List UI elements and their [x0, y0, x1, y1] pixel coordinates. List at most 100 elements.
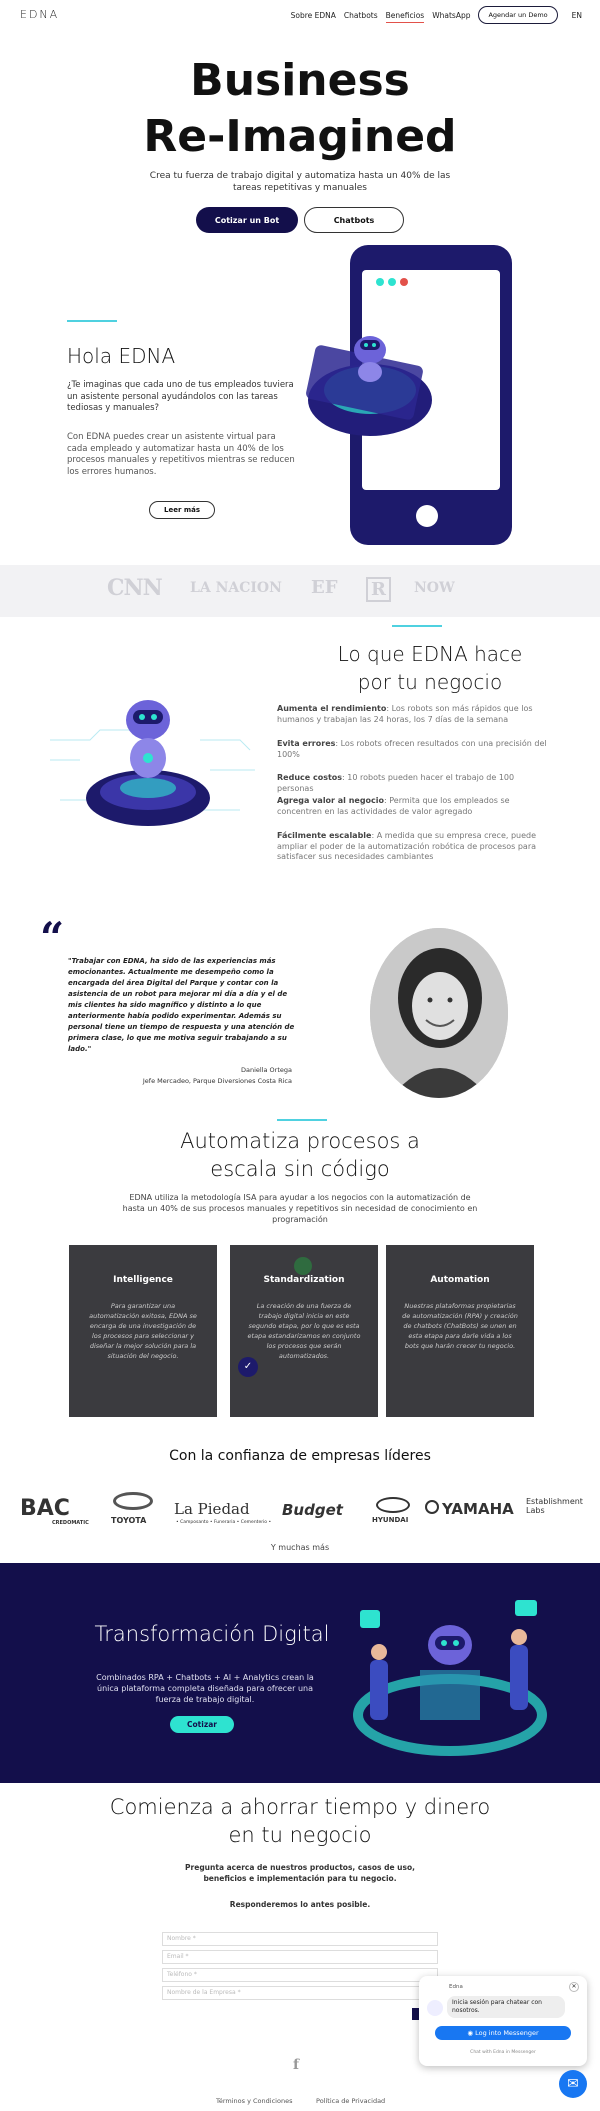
testimonial-quote: "Trabajar con EDNA, ha sido de las exper… [68, 957, 295, 1053]
quote-button[interactable]: Cotizar [170, 1716, 234, 1733]
hero-title-line2: Re-Imagined [143, 111, 457, 162]
close-icon[interactable]: ✕ [569, 1982, 579, 1992]
ef-logo: EF [311, 577, 338, 598]
benefits-accent-line [392, 625, 442, 627]
benefits-title-line2: por tu negocio [357, 670, 503, 694]
hyundai-emblem-icon [376, 1497, 410, 1513]
edna-logo[interactable]: EDNA [20, 8, 59, 21]
automation-body: EDNA utiliza la metodología ISA para ayu… [122, 1193, 478, 1224]
benefit-label: Reduce costos [277, 773, 343, 782]
benefit-item: Fácilmente escalable: A medida que su em… [277, 831, 549, 863]
benefit-item: Agrega valor al negocio: Permita que los… [277, 796, 549, 817]
toyota-emblem-icon [113, 1492, 153, 1510]
yamaha-logo: YAMAHA [442, 1500, 514, 1518]
card-standardization: Standardization La creación de una fuerz… [230, 1245, 378, 1417]
robot-platform-illustration [40, 680, 260, 850]
benefit-label: Aumenta el rendimiento [277, 704, 387, 713]
chat-name: Edna [449, 1984, 463, 1990]
la-piedad-logo: La Piedad [174, 1500, 250, 1518]
automation-title-line2: escala sin código [210, 1157, 390, 1181]
card-title: Automation [430, 1275, 490, 1285]
card-text: Para garantizar una automatización exito… [89, 1302, 197, 1360]
nav-sobre-edna[interactable]: Sobre EDNA [291, 11, 336, 20]
testimonial-role: Jefe Mercadeo, Parque Diversiones Costa … [142, 1077, 292, 1085]
hyundai-logo: HYUNDAI [372, 1516, 409, 1524]
benefit-label: Agrega valor al negocio [277, 796, 385, 805]
page: EDNA Sobre EDNA Chatbots Beneficios What… [0, 0, 600, 2111]
leaf-icon [294, 1257, 312, 1275]
digital-body: Combinados RPA + Chatbots + AI + Analyti… [96, 1673, 314, 1704]
la-nacion-logo: LA NACION [190, 580, 282, 596]
digital-title: Transformación Digital [94, 1622, 330, 1646]
la-piedad-sub: • Camposanto • Funeraria • Cementerio • [176, 1520, 272, 1525]
nav-chatbots[interactable]: Chatbots [344, 11, 378, 20]
quote-mark-icon: “ [40, 913, 65, 962]
log-into-messenger-label: Log into Messenger [475, 2029, 539, 2037]
terms-link[interactable]: Términos y Condiciones [216, 2097, 292, 2105]
media-logos-band [0, 565, 600, 617]
digital-illustration [345, 1590, 555, 1770]
clients-more: Y muchas más [270, 1543, 330, 1552]
yamaha-emblem-icon [425, 1500, 439, 1514]
card-title: Intelligence [113, 1275, 173, 1285]
chat-sub: Chat with Edna in Messenger [470, 2050, 536, 2055]
company-field[interactable]: Nombre de la Empresa * [162, 1986, 438, 2000]
card-automation: Automation Nuestras plataformas propieta… [386, 1245, 534, 1417]
check-icon: ✓ [238, 1357, 258, 1377]
tnow-logo: NOW [414, 580, 455, 596]
contact-title-line1: Comienza a ahorrar tiempo y dinero [109, 1795, 491, 1819]
hola-title: Hola EDNA [67, 344, 176, 368]
privacy-link[interactable]: Política de Privacidad [316, 2097, 385, 2105]
read-more-button[interactable]: Leer más [149, 501, 215, 519]
budget-logo: Budget [282, 1501, 343, 1519]
hola-body: Con EDNA puedes crear un asistente virtu… [67, 432, 295, 477]
card-intelligence: Intelligence Para garantizar una automat… [69, 1245, 217, 1417]
hola-accent-line [67, 320, 117, 322]
phone-field[interactable]: Teléfono * [162, 1968, 438, 1982]
benefit-item: Reduce costos: 10 robots pueden hacer el… [277, 773, 549, 794]
log-into-messenger-button[interactable]: ◉ Log into Messenger [435, 2026, 571, 2040]
name-field[interactable]: Nombre * [162, 1932, 438, 1946]
hero-title-line1: Business [190, 55, 410, 106]
benefit-item: Aumenta el rendimiento: Los robots son m… [277, 704, 549, 725]
bac-sub: CREDOMATIC [52, 1520, 89, 1526]
cnn-logo: CNN [107, 575, 163, 601]
card-text: Nuestras plataformas propietarias de aut… [402, 1302, 518, 1350]
header: EDNA Sobre EDNA Chatbots Beneficios What… [0, 0, 600, 30]
nav-beneficios[interactable]: Beneficios [385, 11, 424, 23]
quote-bot-button[interactable]: Cotizar un Bot [196, 207, 298, 233]
main-nav: Sobre EDNA Chatbots Beneficios WhatsApp … [291, 6, 582, 24]
hero-subtitle: Crea tu fuerza de trabajo digital y auto… [149, 171, 451, 193]
automation-accent-line [277, 1119, 327, 1121]
contact-body: Pregunta acerca de nuestros productos, c… [185, 1863, 415, 1883]
benefit-label: Evita errores [277, 739, 336, 748]
benefit-label: Fácilmente escalable [277, 831, 372, 840]
edna-avatar-icon [427, 2000, 443, 2016]
bac-logo: BAC [20, 1496, 70, 1521]
automation-title-line1: Automatiza procesos a [180, 1129, 420, 1153]
establishment-labs-logo: Establishment Labs [526, 1497, 583, 1515]
nav-whatsapp[interactable]: WhatsApp [432, 11, 470, 20]
testimonial-name: Daniella Ortega [240, 1066, 292, 1074]
benefits-title-line1: Lo que EDNA hace [337, 642, 523, 666]
email-field[interactable]: Email * [162, 1950, 438, 1964]
toyota-logo: TOYOTA [111, 1516, 147, 1525]
messenger-icon: ◉ [467, 2029, 476, 2037]
demo-button[interactable]: Agendar un Demo [478, 6, 558, 24]
card-title: Standardization [263, 1275, 345, 1285]
chatbots-button[interactable]: Chatbots [304, 207, 404, 233]
contact-title-line2: en tu negocio [228, 1823, 372, 1847]
phone-robot-illustration [300, 240, 520, 550]
clients-title: Con la confianza de empresas líderes [169, 1448, 431, 1464]
card-text: La creación de una fuerza de trabajo dig… [247, 1302, 361, 1360]
hola-question: ¿Te imaginas que cada uno de tus emplead… [67, 380, 294, 413]
r-logo: R [366, 577, 391, 602]
testimonial-avatar [370, 928, 508, 1098]
language-switch[interactable]: EN [572, 11, 582, 20]
benefit-item: Evita errores: Los robots ofrecen result… [277, 739, 549, 760]
messenger-launcher-icon[interactable]: ✉ [559, 2070, 587, 2098]
facebook-icon[interactable]: f [293, 2057, 299, 2073]
contact-reply: Responderemos lo antes posible. [229, 1900, 371, 1909]
messenger-chat-widget: Edna ✕ Inicia sesión para chatear con no… [419, 1976, 587, 2066]
chat-message: Inicia sesión para chatear con nosotros. [447, 1996, 565, 2018]
